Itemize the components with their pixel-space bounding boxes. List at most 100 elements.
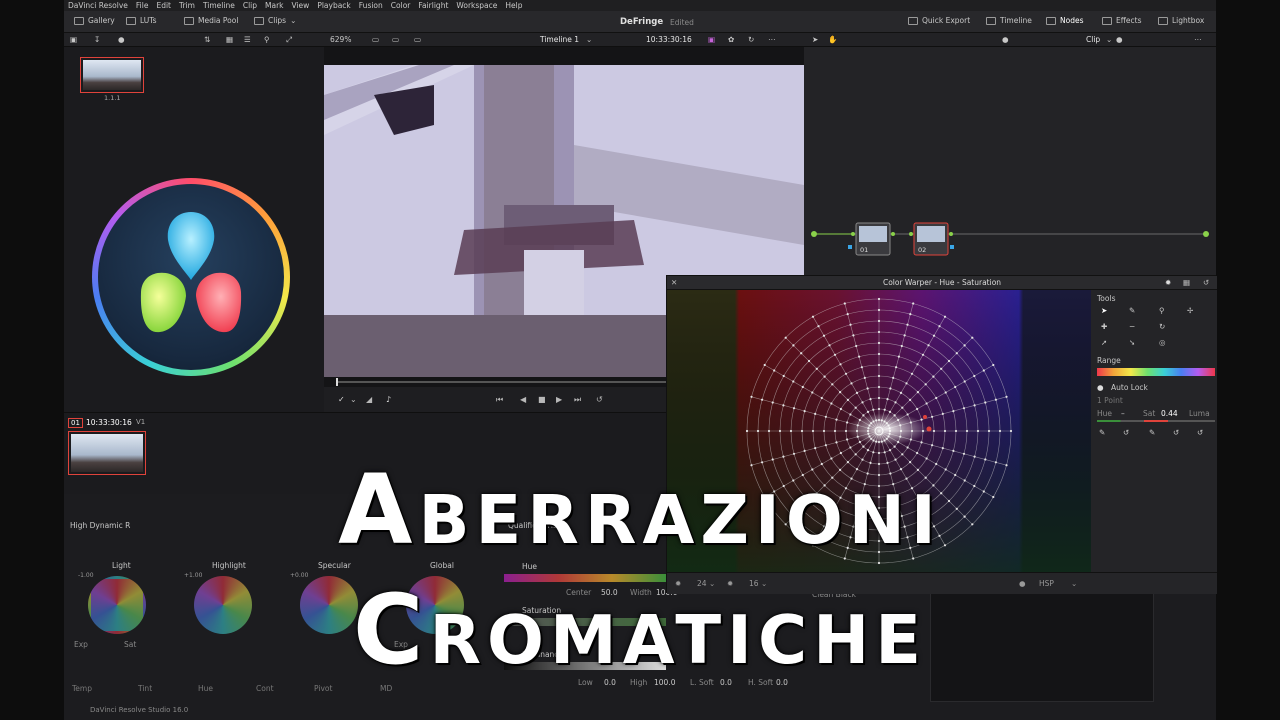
- mesh-control-point[interactable]: [767, 429, 771, 433]
- pen-tool-icon[interactable]: ✎: [1129, 306, 1135, 315]
- mesh-control-point[interactable]: [850, 382, 853, 385]
- mesh-control-point[interactable]: [931, 415, 934, 418]
- chevron-down-icon[interactable]: ⌄: [586, 35, 592, 44]
- mesh-control-point[interactable]: [789, 429, 793, 433]
- mesh-control-point[interactable]: [846, 438, 849, 441]
- sat-value[interactable]: 0.44: [1161, 409, 1178, 418]
- mesh-control-point[interactable]: [932, 375, 935, 378]
- mesh-control-point[interactable]: [814, 447, 817, 450]
- mesh-control-point[interactable]: [846, 421, 849, 424]
- mesh-control-point[interactable]: [971, 336, 974, 339]
- mesh-control-point[interactable]: [831, 383, 834, 386]
- mesh-control-point[interactable]: [833, 353, 837, 356]
- mesh-control-point[interactable]: [866, 387, 869, 390]
- mesh-control-point[interactable]: [745, 429, 749, 433]
- mesh-control-point[interactable]: [855, 391, 859, 394]
- mesh-control-point[interactable]: [800, 352, 803, 355]
- menu-item[interactable]: DaVinci Resolve: [68, 1, 128, 10]
- mesh-control-point[interactable]: [1009, 429, 1013, 433]
- menu-item[interactable]: Color: [391, 1, 411, 10]
- search-icon[interactable]: ⚲: [264, 35, 270, 44]
- slider-dot-icon[interactable]: ●: [1116, 35, 1123, 44]
- reset-icon[interactable]: ↺: [1197, 428, 1203, 437]
- mesh-control-point[interactable]: [973, 374, 976, 378]
- grid-view-icon[interactable]: ▦: [226, 35, 233, 44]
- timeline-tab[interactable]: Timeline: [986, 16, 1032, 25]
- scrubber-bar[interactable]: [336, 378, 666, 386]
- menu-item[interactable]: Fusion: [359, 1, 383, 10]
- luts-tab[interactable]: LUTs: [126, 16, 157, 25]
- chevron-down-icon[interactable]: ⌄: [350, 395, 357, 404]
- mesh-control-point[interactable]: [888, 410, 892, 413]
- play-icon[interactable]: ▶: [556, 395, 562, 404]
- mesh-control-point[interactable]: [982, 369, 985, 372]
- eyedropper-icon[interactable]: ✓: [338, 395, 345, 404]
- mesh-control-point[interactable]: [782, 374, 785, 378]
- color-dots-icon[interactable]: ✿: [728, 35, 734, 44]
- go-to-end-icon[interactable]: ⏭: [574, 395, 581, 405]
- mesh-control-point[interactable]: [833, 429, 837, 433]
- mesh-control-point[interactable]: [912, 302, 915, 305]
- mesh-control-point[interactable]: [854, 406, 857, 409]
- eyedropper-icon[interactable]: ✎: [1149, 428, 1155, 437]
- go-to-start-icon[interactable]: ⏮: [496, 395, 503, 405]
- mesh-control-point[interactable]: [803, 449, 806, 452]
- mesh-control-point[interactable]: [909, 313, 912, 316]
- mesh-control-point[interactable]: [920, 441, 923, 444]
- mesh-control-point[interactable]: [849, 323, 852, 326]
- more-icon[interactable]: ⋯: [1194, 35, 1202, 44]
- mesh-control-point[interactable]: [877, 308, 881, 312]
- mesh-control-point[interactable]: [824, 415, 827, 418]
- value-sliders[interactable]: [1097, 420, 1215, 422]
- mesh-control-point[interactable]: [756, 429, 760, 433]
- mesh-control-point[interactable]: [900, 344, 903, 348]
- mesh-control-point[interactable]: [955, 352, 958, 355]
- reset-icon[interactable]: ↺: [1123, 428, 1129, 437]
- mesh-control-point[interactable]: [811, 315, 815, 318]
- rotate-tool-icon[interactable]: ↻: [1159, 322, 1165, 331]
- mesh-control-point[interactable]: [811, 391, 814, 394]
- mesh-control-point[interactable]: [858, 355, 861, 358]
- mesh-control-point[interactable]: [984, 401, 987, 404]
- overlay-view-icon[interactable]: ▭: [414, 35, 421, 44]
- loop-icon[interactable]: ↺: [596, 395, 603, 404]
- mesh-control-point[interactable]: [861, 401, 864, 404]
- mesh-control-point[interactable]: [814, 412, 817, 415]
- mesh-control-point[interactable]: [830, 402, 833, 405]
- mesh-control-point[interactable]: [903, 334, 906, 337]
- mesh-control-point[interactable]: [860, 366, 863, 369]
- mesh-control-point[interactable]: [803, 410, 806, 413]
- menu-item[interactable]: View: [292, 1, 310, 10]
- mesh-control-point[interactable]: [897, 355, 900, 358]
- mesh-control-point[interactable]: [817, 325, 820, 328]
- playhead[interactable]: [336, 378, 338, 386]
- mesh-control-point[interactable]: [963, 380, 966, 383]
- mesh-control-point[interactable]: [858, 440, 861, 444]
- mesh-control-point[interactable]: [773, 369, 776, 372]
- gallery-still[interactable]: [80, 57, 144, 93]
- mesh-control-point[interactable]: [835, 441, 838, 444]
- mesh-control-point[interactable]: [792, 380, 795, 383]
- pin-tool-icon[interactable]: ⚲: [1159, 306, 1165, 315]
- mesh-control-point[interactable]: [916, 407, 919, 411]
- mesh-control-point[interactable]: [938, 325, 941, 328]
- mesh-control-point[interactable]: [877, 352, 881, 356]
- menu-item[interactable]: Timeline: [203, 1, 235, 10]
- mesh-control-point[interactable]: [866, 410, 870, 413]
- mesh-control-point[interactable]: [987, 429, 991, 433]
- mesh-control-point[interactable]: [976, 429, 980, 433]
- mesh-control-point[interactable]: [877, 396, 881, 400]
- panel-toggle-icon[interactable]: ▣: [70, 35, 77, 44]
- menu-item[interactable]: Fairlight: [418, 1, 448, 10]
- mesh-control-point[interactable]: [909, 398, 912, 401]
- sync-icon[interactable]: ↻: [748, 35, 754, 44]
- mesh-control-point[interactable]: [869, 398, 872, 401]
- node-label[interactable]: 02: [918, 246, 926, 254]
- list-view-icon[interactable]: ☰: [244, 35, 251, 44]
- mesh-control-point[interactable]: [931, 444, 934, 447]
- fullscreen-icon[interactable]: ⤢: [286, 35, 292, 45]
- mesh-control-point[interactable]: [963, 344, 966, 347]
- slider-dot-icon[interactable]: ●: [118, 35, 125, 44]
- mesh-control-point[interactable]: [893, 445, 896, 448]
- sort-icon[interactable]: ⇅: [204, 35, 210, 44]
